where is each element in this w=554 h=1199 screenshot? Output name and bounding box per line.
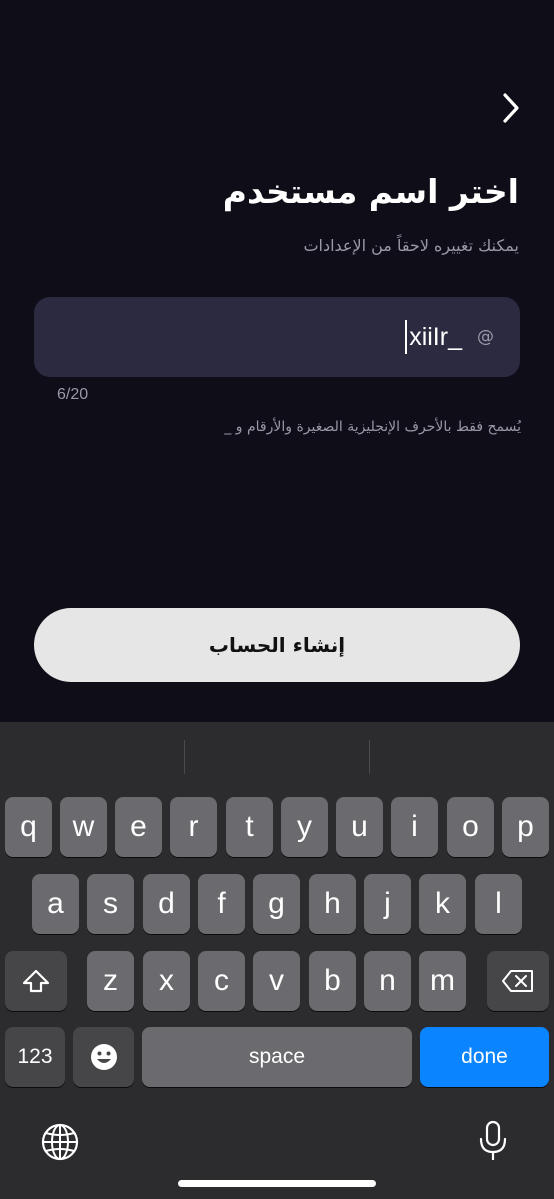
create-account-button[interactable]: إنشاء الحساب — [34, 608, 520, 682]
at-prefix: @ — [477, 327, 494, 347]
username-input[interactable]: @ xiiIr_ — [34, 297, 520, 377]
keyboard: q w e r t y u i o p a s d f g h j k l z … — [0, 722, 554, 1199]
globe-icon — [41, 1123, 79, 1161]
key-o[interactable]: o — [447, 797, 494, 857]
key-a[interactable]: a — [32, 874, 79, 934]
key-i[interactable]: i — [391, 797, 438, 857]
create-account-label: إنشاء الحساب — [208, 633, 346, 657]
username-hint: يُسمح فقط بالأحرف الإنجليزية الصغيرة وال… — [224, 419, 521, 435]
done-key[interactable]: done — [420, 1027, 549, 1087]
key-y[interactable]: y — [281, 797, 328, 857]
key-r[interactable]: r — [170, 797, 217, 857]
space-key[interactable]: space — [142, 1027, 412, 1087]
shift-key[interactable] — [5, 951, 67, 1011]
key-c[interactable]: c — [198, 951, 245, 1011]
key-m[interactable]: m — [419, 951, 466, 1011]
character-counter: 6/20 — [57, 386, 89, 403]
key-v[interactable]: v — [253, 951, 300, 1011]
key-x[interactable]: x — [143, 951, 190, 1011]
microphone-icon — [479, 1120, 507, 1160]
key-l[interactable]: l — [475, 874, 522, 934]
globe-button[interactable] — [38, 1120, 82, 1164]
key-g[interactable]: g — [253, 874, 300, 934]
key-h[interactable]: h — [309, 874, 356, 934]
page-title: اختر اسم مستخدم — [222, 172, 519, 211]
key-w[interactable]: w — [60, 797, 107, 857]
text-caret — [405, 320, 408, 354]
key-s[interactable]: s — [87, 874, 134, 934]
signup-screen: اختر اسم مستخدم يمكنك تغييره لاحقاً من ا… — [0, 0, 554, 722]
username-value-wrap: xiiIr_ — [405, 320, 462, 354]
key-q[interactable]: q — [5, 797, 52, 857]
back-button[interactable] — [494, 88, 528, 128]
delete-icon — [502, 970, 533, 992]
home-indicator — [178, 1180, 376, 1187]
key-j[interactable]: j — [364, 874, 411, 934]
key-d[interactable]: d — [143, 874, 190, 934]
emoji-icon — [90, 1044, 117, 1070]
key-p[interactable]: p — [502, 797, 549, 857]
username-value: xiiIr_ — [409, 322, 462, 351]
key-t[interactable]: t — [226, 797, 273, 857]
suggestion-divider — [184, 740, 185, 774]
key-e[interactable]: e — [115, 797, 162, 857]
shift-icon — [22, 969, 50, 993]
page-subtitle: يمكنك تغييره لاحقاً من الإعدادات — [303, 236, 519, 255]
numbers-key[interactable]: 123 — [5, 1027, 65, 1087]
key-u[interactable]: u — [336, 797, 383, 857]
chevron-right-icon — [503, 93, 519, 123]
emoji-key[interactable] — [73, 1027, 134, 1087]
key-n[interactable]: n — [364, 951, 411, 1011]
delete-key[interactable] — [487, 951, 549, 1011]
key-b[interactable]: b — [309, 951, 356, 1011]
key-z[interactable]: z — [87, 951, 134, 1011]
key-f[interactable]: f — [198, 874, 245, 934]
key-k[interactable]: k — [419, 874, 466, 934]
dictation-button[interactable] — [472, 1118, 514, 1164]
suggestion-divider — [369, 740, 370, 774]
